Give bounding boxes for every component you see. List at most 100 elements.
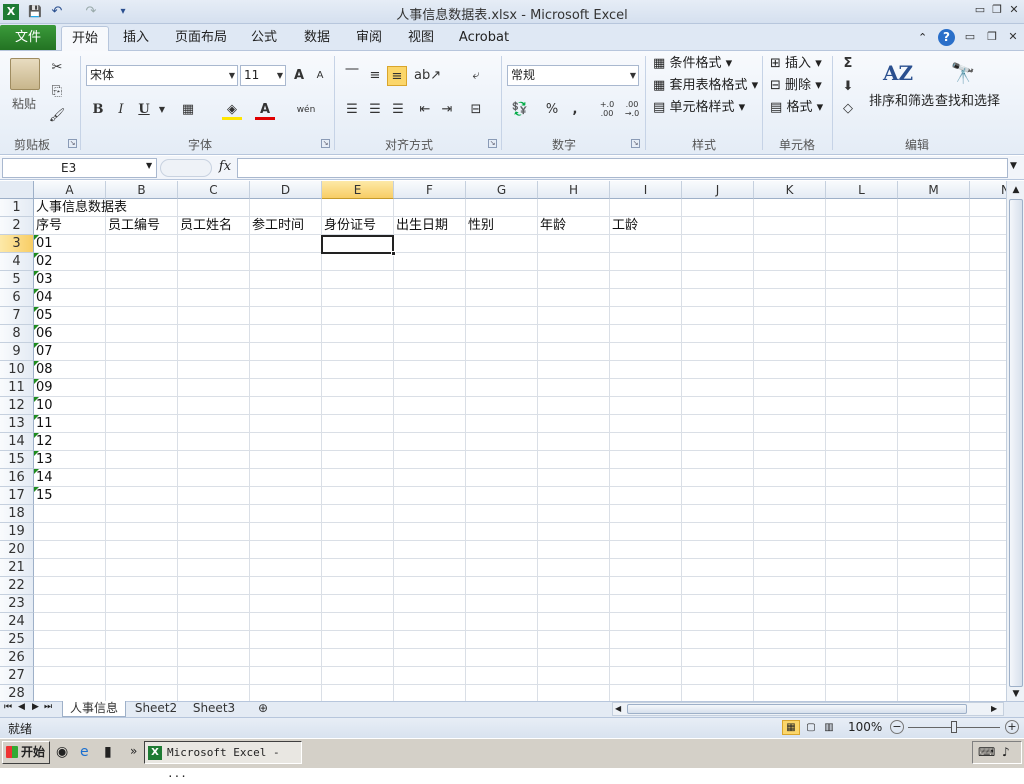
speaker-icon[interactable]: ♪ [1002, 745, 1010, 759]
borders-icon[interactable]: ▦ [178, 100, 198, 120]
cell-E2[interactable]: 身份证号 [322, 217, 376, 235]
delete-cells-button[interactable]: ⊟ 删除 ▾ [770, 76, 822, 96]
text-number-warning-icon[interactable] [34, 307, 39, 312]
column-header-F[interactable]: F [394, 181, 466, 199]
ribbon-collapse-icon[interactable]: ⌃ [918, 31, 927, 44]
text-number-warning-icon[interactable] [34, 361, 39, 366]
text-number-warning-icon[interactable] [34, 433, 39, 438]
find-select-button[interactable]: 查找和选择 [935, 92, 1000, 112]
sort-filter-button[interactable]: 排序和筛选 [869, 92, 934, 112]
find-select-icon[interactable]: 🔭 [948, 58, 978, 88]
workbook-restore-button[interactable]: ❐ [984, 30, 1000, 44]
row-header-21[interactable]: 21 [0, 559, 34, 577]
shrink-font-icon[interactable]: A [310, 66, 330, 86]
workbook-close-button[interactable]: ✕ [1005, 30, 1021, 44]
tab-acrobat[interactable]: Acrobat [456, 28, 512, 50]
column-header-L[interactable]: L [826, 181, 898, 199]
column-header-A[interactable]: A [34, 181, 106, 199]
page-break-view-icon[interactable]: ▥ [821, 720, 837, 735]
text-number-warning-icon[interactable] [34, 397, 39, 402]
phonetic-icon[interactable]: wén [296, 100, 316, 120]
row-header-9[interactable]: 9 [0, 343, 34, 361]
underline-button[interactable]: U [134, 100, 154, 120]
align-top-icon[interactable]: ⎺ [342, 66, 362, 86]
row-header-27[interactable]: 27 [0, 667, 34, 685]
help-icon[interactable]: ? [938, 29, 955, 46]
sort-filter-icon[interactable]: AZ [882, 56, 914, 90]
text-number-warning-icon[interactable] [34, 235, 39, 240]
restore-button[interactable]: ❐ [989, 3, 1005, 17]
name-box-chevron-down-icon[interactable]: ▼ [146, 161, 152, 170]
merge-center-icon[interactable]: ⊟ [466, 100, 486, 120]
column-header-K[interactable]: K [754, 181, 826, 199]
column-header-B[interactable]: B [106, 181, 178, 199]
font-size-select[interactable]: 11 ▼ [240, 65, 286, 86]
row-header-19[interactable]: 19 [0, 523, 34, 541]
workbook-minimize-button[interactable]: ▭ [962, 30, 978, 44]
cell-F2[interactable]: 出生日期 [394, 217, 448, 235]
row-header-4[interactable]: 4 [0, 253, 34, 271]
clear-icon[interactable]: ◇ [838, 99, 858, 119]
font-color-icon[interactable]: A [255, 100, 275, 120]
comma-button[interactable]: , [565, 100, 585, 120]
tab-file[interactable]: 文件 [0, 25, 56, 50]
horizontal-scroll-thumb[interactable] [627, 704, 967, 714]
column-header-D[interactable]: D [250, 181, 322, 199]
row-header-18[interactable]: 18 [0, 505, 34, 523]
cell-styles-button[interactable]: ▤ 单元格样式 ▾ [653, 98, 745, 118]
column-header-J[interactable]: J [682, 181, 754, 199]
cell-A1[interactable]: 人事信息数据表 [34, 199, 127, 217]
sheet-tab-sheet2[interactable]: Sheet2 [130, 701, 182, 717]
page-layout-view-icon[interactable]: ▢ [803, 720, 819, 735]
quicklaunch-ie-icon[interactable]: e [80, 744, 89, 760]
row-header-20[interactable]: 20 [0, 541, 34, 559]
insert-sheet-icon[interactable]: ⊕ [248, 701, 278, 717]
align-left-icon[interactable]: ☰ [342, 100, 362, 120]
insert-cells-button[interactable]: ⊞ 插入 ▾ [770, 54, 822, 74]
tab-data[interactable]: 数据 [298, 28, 336, 50]
fill-handle[interactable] [391, 251, 396, 256]
conditional-format-button[interactable]: ▦ 条件格式 ▾ [653, 54, 732, 74]
cell-D2[interactable]: 参工时间 [250, 217, 304, 235]
format-cells-button[interactable]: ▤ 格式 ▾ [770, 98, 823, 118]
row-header-10[interactable]: 10 [0, 361, 34, 379]
row-header-17[interactable]: 17 [0, 487, 34, 505]
scroll-right-icon[interactable]: ▶ [991, 704, 997, 713]
cell-C2[interactable]: 员工姓名 [178, 217, 232, 235]
tab-review[interactable]: 审阅 [350, 28, 388, 50]
row-header-1[interactable]: 1 [0, 199, 34, 217]
column-header-M[interactable]: M [898, 181, 970, 199]
text-number-warning-icon[interactable] [34, 469, 39, 474]
copy-icon[interactable]: ⎘ [47, 82, 67, 102]
increase-indent-icon[interactable]: ⇥ [437, 100, 457, 120]
grow-font-icon[interactable]: A [289, 66, 309, 86]
row-header-11[interactable]: 11 [0, 379, 34, 397]
wrap-text-icon[interactable]: ⤶ [466, 66, 486, 86]
column-header-H[interactable]: H [538, 181, 610, 199]
cell-H2[interactable]: 年龄 [538, 217, 566, 235]
row-header-28[interactable]: 28 [0, 685, 34, 701]
keyboard-icon[interactable]: ⌨ [978, 745, 995, 759]
row-header-14[interactable]: 14 [0, 433, 34, 451]
decrease-indent-icon[interactable]: ⇤ [415, 100, 435, 120]
align-middle-icon[interactable]: ≡ [365, 66, 385, 86]
align-right-icon[interactable]: ☰ [388, 100, 408, 120]
column-header-G[interactable]: G [466, 181, 538, 199]
row-header-26[interactable]: 26 [0, 649, 34, 667]
number-launcher-icon[interactable]: ↘ [631, 139, 640, 148]
sheet-tab-sheet3[interactable]: Sheet3 [188, 701, 240, 717]
name-box[interactable]: E3 [2, 158, 157, 178]
tab-home[interactable]: 开始 [61, 26, 109, 52]
column-header-N[interactable]: N [970, 181, 1006, 199]
font-launcher-icon[interactable]: ↘ [321, 139, 330, 148]
column-header-I[interactable]: I [610, 181, 682, 199]
sheet-nav-first-icon[interactable]: ⏮ [4, 702, 12, 712]
row-header-6[interactable]: 6 [0, 289, 34, 307]
cell-B2[interactable]: 员工编号 [106, 217, 160, 235]
row-header-15[interactable]: 15 [0, 451, 34, 469]
alignment-launcher-icon[interactable]: ↘ [488, 139, 497, 148]
row-header-3[interactable]: 3 [0, 235, 34, 253]
italic-button[interactable]: I [111, 100, 131, 120]
row-header-2[interactable]: 2 [0, 217, 34, 235]
accounting-format-icon[interactable]: 💱 [510, 100, 530, 120]
